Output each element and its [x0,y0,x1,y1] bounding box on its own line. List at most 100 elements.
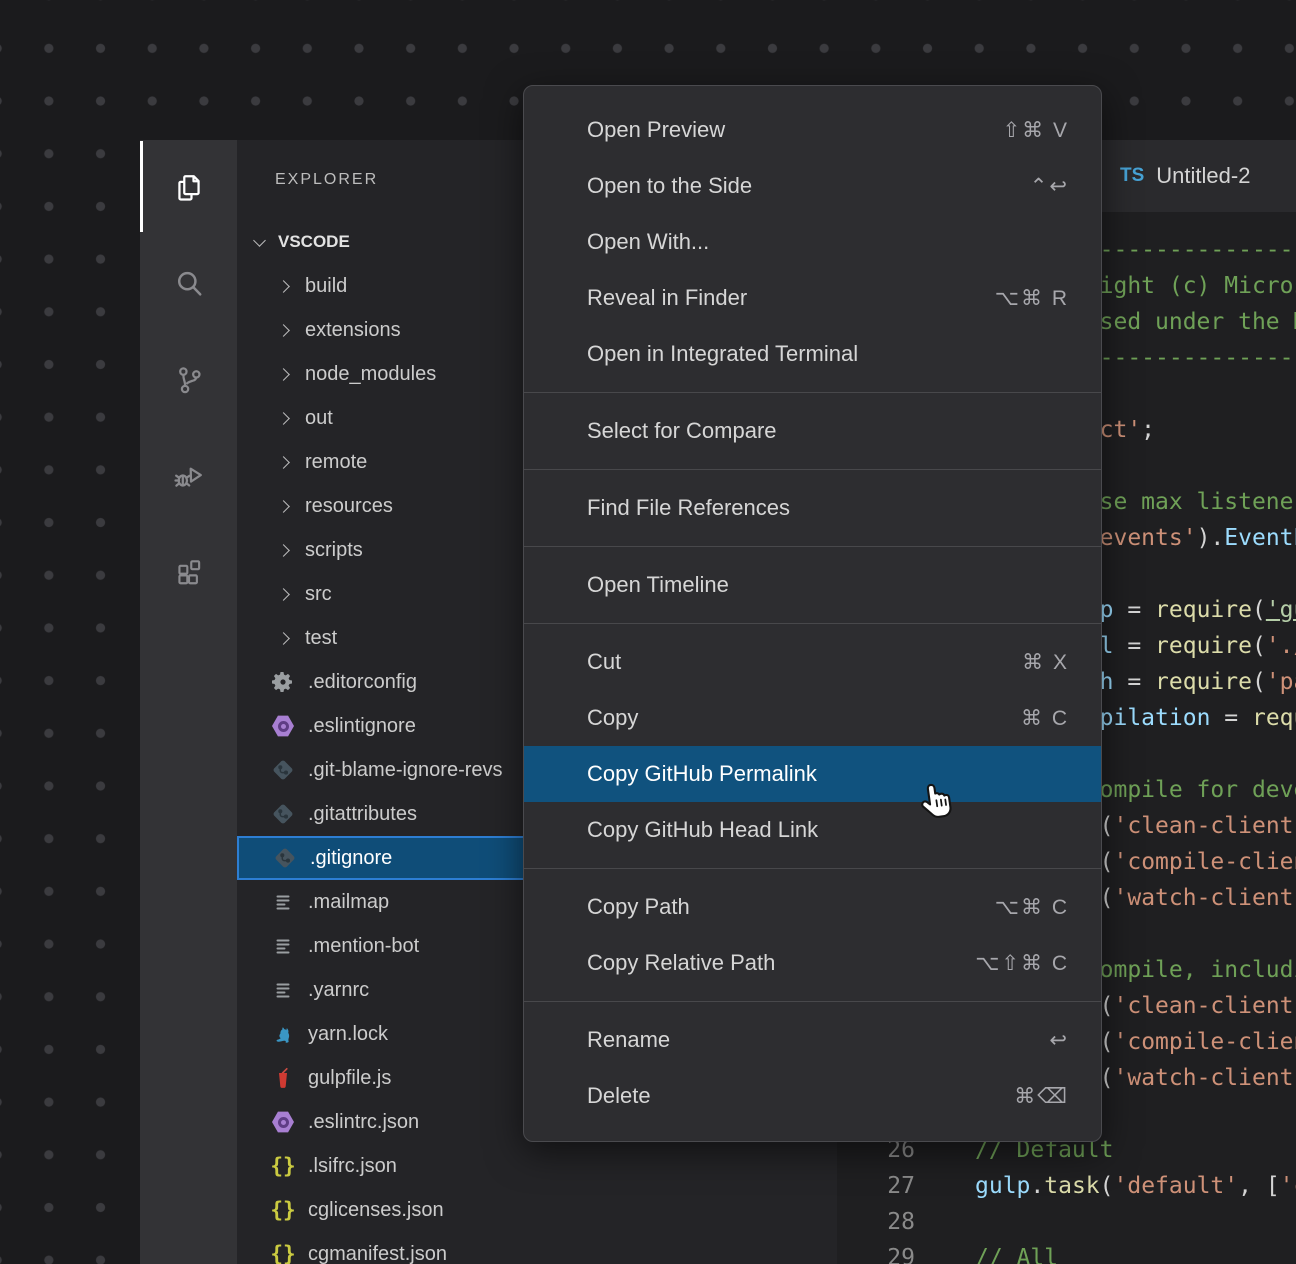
file-label: .lsifrc.json [308,1155,397,1178]
menu-item-label: Copy Path [587,894,995,920]
line-number: 28 [837,1204,915,1240]
folder-label: src [305,583,332,606]
json-file-icon: {} [270,1197,296,1223]
menu-item-shortcut: ⌥⌘ C [995,895,1069,920]
menu-item-open-preview[interactable]: Open Preview⇧⌘ V [524,102,1101,158]
chevron-right-icon [277,412,290,425]
menu-item-label: Select for Compare [587,418,1069,444]
menu-item-shortcut: ⇧⌘ V [1003,118,1069,143]
tree-root-label: VSCODE [278,232,350,252]
menu-item-select-for-compare[interactable]: Select for Compare [524,403,1101,459]
sidebar-item-lsifrc-json[interactable]: {} .lsifrc.json [237,1144,837,1188]
menu-separator [524,1001,1101,1002]
folder-label: test [305,627,337,650]
extensions-icon [171,554,207,590]
menu-item-shortcut: ⌘ X [1022,650,1069,675]
activity-bar-item-run-debug[interactable] [140,428,237,524]
file-label: gulpfile.js [308,1067,391,1090]
git-file-icon [270,757,296,783]
menu-item-shortcut: ⌥⌘ R [995,286,1069,311]
activity-bar [140,140,237,1264]
menu-item-reveal-in-finder[interactable]: Reveal in Finder⌥⌘ R [524,270,1101,326]
list-file-icon [270,933,296,959]
tab-title: Untitled-2 [1156,163,1250,189]
chevron-right-icon [277,280,290,293]
menu-item-label: Open Preview [587,117,1003,143]
chevron-right-icon [277,324,290,337]
menu-item-copy-github-head-link[interactable]: Copy GitHub Head Link [524,802,1101,858]
activity-bar-item-source-control[interactable] [140,332,237,428]
folder-label: node_modules [305,363,436,386]
menu-item-copy-relative-path[interactable]: Copy Relative Path⌥⇧⌘ C [524,935,1101,991]
source-control-icon [171,362,207,398]
menu-item-label: Copy GitHub Head Link [587,817,1069,843]
list-file-icon [270,977,296,1003]
json-file-icon: {} [270,1153,296,1179]
eslint-file-icon [270,1109,296,1135]
menu-separator [524,623,1101,624]
menu-item-copy[interactable]: Copy⌘ C [524,690,1101,746]
active-view-indicator [140,141,143,232]
line-number: 27 [837,1168,915,1204]
git-file-icon [270,801,296,827]
file-label: .git-blame-ignore-revs [308,759,503,782]
menu-item-label: Rename [587,1027,1049,1053]
menu-separator [524,469,1101,470]
file-label: .gitattributes [308,803,417,826]
menu-item-shortcut: ⌥⇧⌘ C [975,951,1069,976]
menu-item-copy-github-permalink[interactable]: Copy GitHub Permalink [524,746,1101,802]
folder-label: out [305,407,333,430]
chevron-down-icon [253,234,266,247]
menu-item-label: Open in Integrated Terminal [587,341,1069,367]
desktop: { "colors": { "wallpaper_bg": "#1b1b1d",… [0,0,1296,1264]
activity-bar-item-explorer[interactable] [140,140,237,236]
code-line: 28 [837,1204,1296,1240]
folder-label: extensions [305,319,401,342]
menu-item-label: Open to the Side [587,173,1030,199]
explorer-icon [171,170,207,206]
search-icon [171,266,207,302]
menu-separator [524,868,1101,869]
menu-item-rename[interactable]: Rename↩ [524,1012,1101,1068]
menu-item-open-with[interactable]: Open With... [524,214,1101,270]
menu-item-label: Open Timeline [587,572,1069,598]
file-label: .gitignore [310,847,392,870]
menu-item-label: Delete [587,1083,1014,1109]
file-label: .eslintrc.json [308,1111,419,1134]
file-label: cgmanifest.json [308,1243,447,1264]
menu-item-find-file-references[interactable]: Find File References [524,480,1101,536]
line-number: 29 [837,1240,915,1264]
folder-label: build [305,275,347,298]
file-label: .eslintignore [308,715,416,738]
chevron-right-icon [277,456,290,469]
menu-item-delete[interactable]: Delete⌘⌫ [524,1068,1101,1124]
menu-separator [524,392,1101,393]
chevron-right-icon [277,632,290,645]
menu-item-copy-path[interactable]: Copy Path⌥⌘ C [524,879,1101,935]
menu-item-cut[interactable]: Cut⌘ X [524,634,1101,690]
menu-item-label: Copy GitHub Permalink [587,761,1069,787]
menu-item-shortcut: ⌃↩ [1030,174,1069,199]
menu-separator [524,546,1101,547]
file-label: .yarnrc [308,979,369,1002]
eslint-file-icon [270,713,296,739]
sidebar-title: EXPLORER [275,171,378,189]
menu-item-open-in-integrated-terminal[interactable]: Open in Integrated Terminal [524,326,1101,382]
sidebar-item-cgmanifest-json[interactable]: {}cgmanifest.json [237,1232,837,1264]
activity-bar-item-extensions[interactable] [140,524,237,620]
gear-file-icon [270,669,296,695]
menu-item-label: Reveal in Finder [587,285,995,311]
chevron-right-icon [277,588,290,601]
menu-item-open-timeline[interactable]: Open Timeline [524,557,1101,613]
folder-label: scripts [305,539,363,562]
menu-item-label: Copy [587,705,1021,731]
git-file-icon [272,845,298,871]
menu-item-label: Open With... [587,229,1069,255]
activity-bar-item-search[interactable] [140,236,237,332]
menu-item-open-to-the-side[interactable]: Open to the Side⌃↩ [524,158,1101,214]
file-label: .editorconfig [308,671,417,694]
sidebar-item-cglicenses-json[interactable]: {}cglicenses.json [237,1188,837,1232]
menu-item-label: Find File References [587,495,1069,521]
folder-label: remote [305,451,367,474]
context-menu: Open Preview⇧⌘ VOpen to the Side⌃↩Open W… [523,85,1102,1142]
